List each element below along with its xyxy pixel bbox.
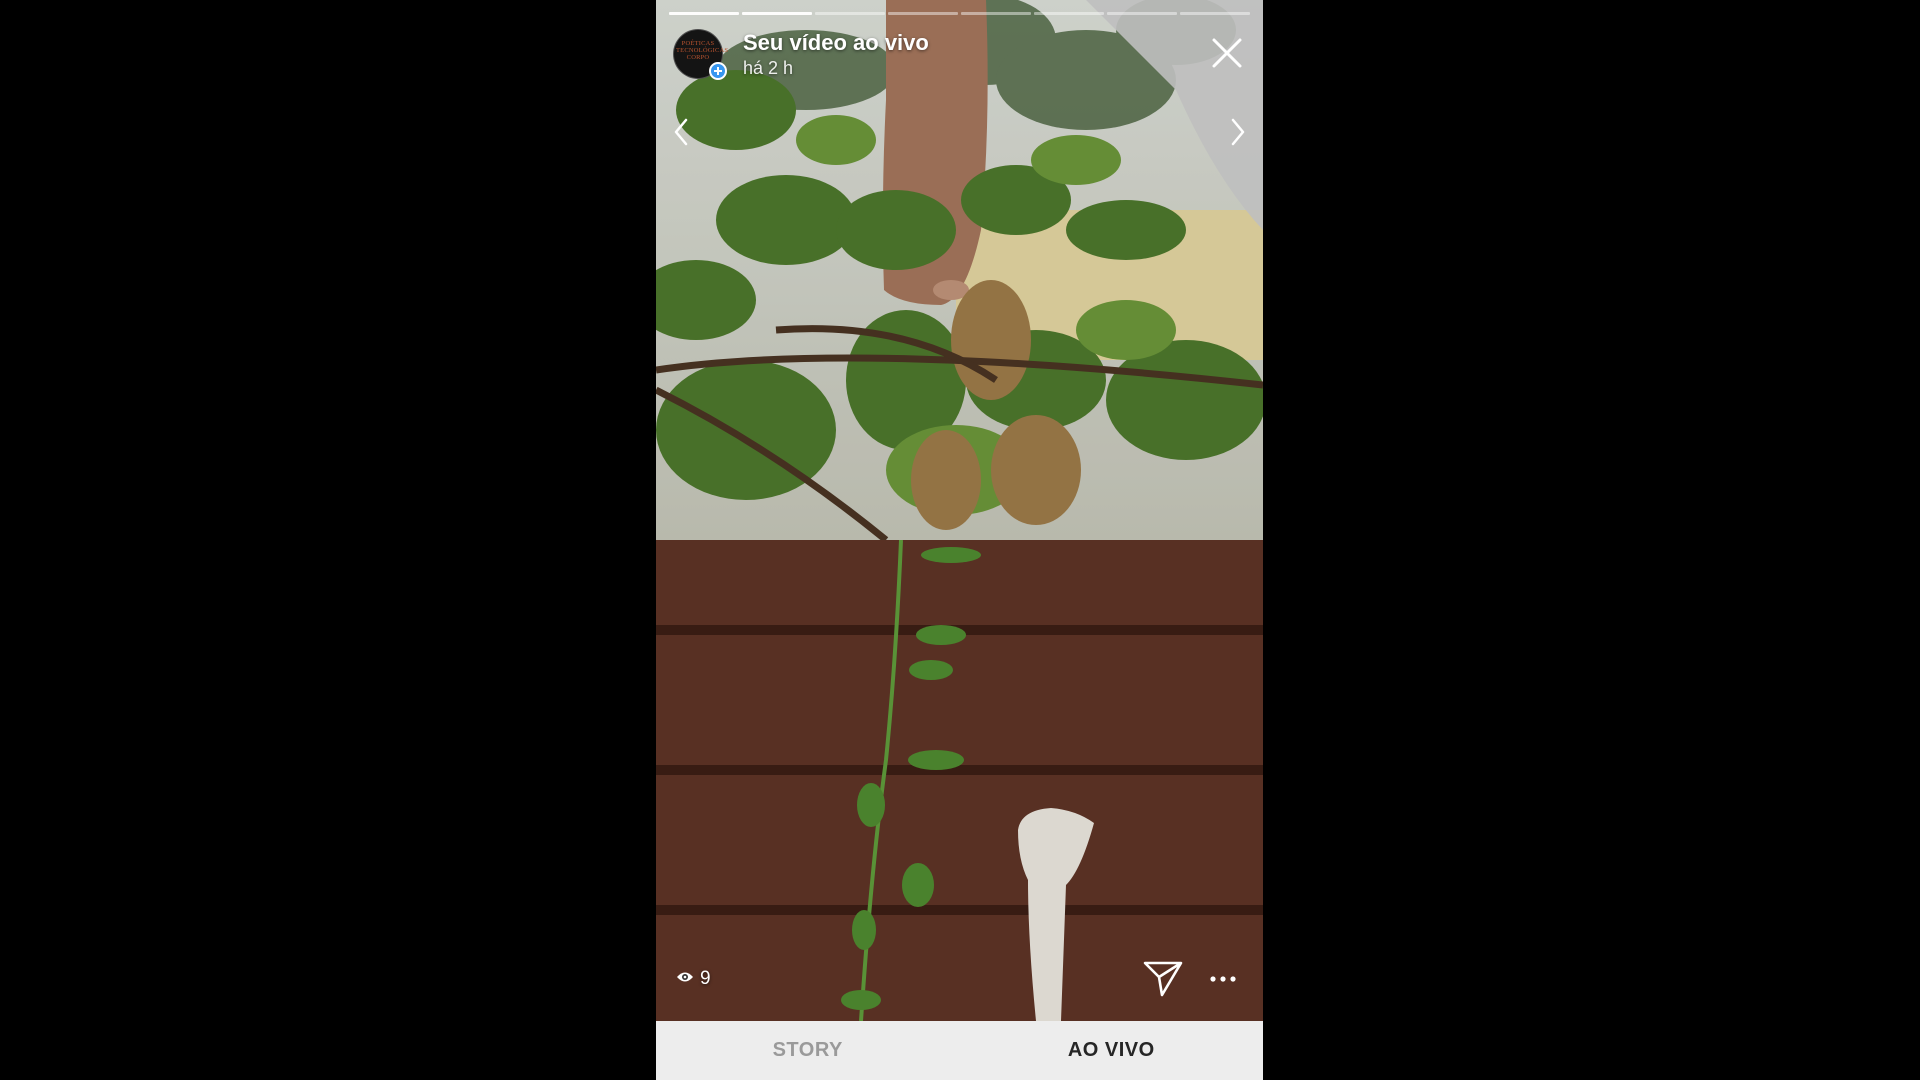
progress-segment: [815, 12, 885, 15]
video-top-scene: [656, 0, 1263, 540]
progress-segment: [1107, 12, 1177, 15]
plus-icon[interactable]: [709, 62, 727, 80]
progress-segment: [961, 12, 1031, 15]
live-video-frame[interactable]: [656, 0, 1263, 1021]
close-icon[interactable]: [1210, 36, 1244, 70]
bottom-tab-bar: STORY AO VIVO: [656, 1021, 1263, 1080]
video-bottom-scene: [656, 540, 1263, 1021]
tab-story[interactable]: STORY: [656, 1021, 960, 1080]
more-icon[interactable]: [1208, 969, 1238, 989]
send-icon[interactable]: [1142, 957, 1184, 999]
tab-ao-vivo[interactable]: AO VIVO: [960, 1021, 1264, 1080]
story-title[interactable]: Seu vídeo ao vivo: [743, 30, 929, 56]
progress-segment: [669, 12, 739, 15]
avatar-logo-text: POÉTICAS TECNOLÓGICAS CORPO: [676, 40, 729, 61]
progress-segment: [1180, 12, 1250, 15]
progress-segment: [1034, 12, 1104, 15]
progress-segment: [888, 12, 958, 15]
chevron-left-icon[interactable]: [668, 114, 694, 150]
eye-icon: [676, 968, 694, 990]
story-progress-bar: [669, 12, 1250, 15]
viewer-count-button[interactable]: 9: [676, 968, 711, 990]
story-timestamp: há 2 h: [743, 58, 794, 78]
viewer-count: 9: [700, 968, 711, 989]
avatar[interactable]: POÉTICAS TECNOLÓGICAS CORPO: [673, 29, 729, 80]
progress-segment: [742, 12, 812, 15]
chevron-right-icon[interactable]: [1225, 114, 1251, 150]
story-viewer: POÉTICAS TECNOLÓGICAS CORPO Seu vídeo ao…: [656, 0, 1263, 1080]
